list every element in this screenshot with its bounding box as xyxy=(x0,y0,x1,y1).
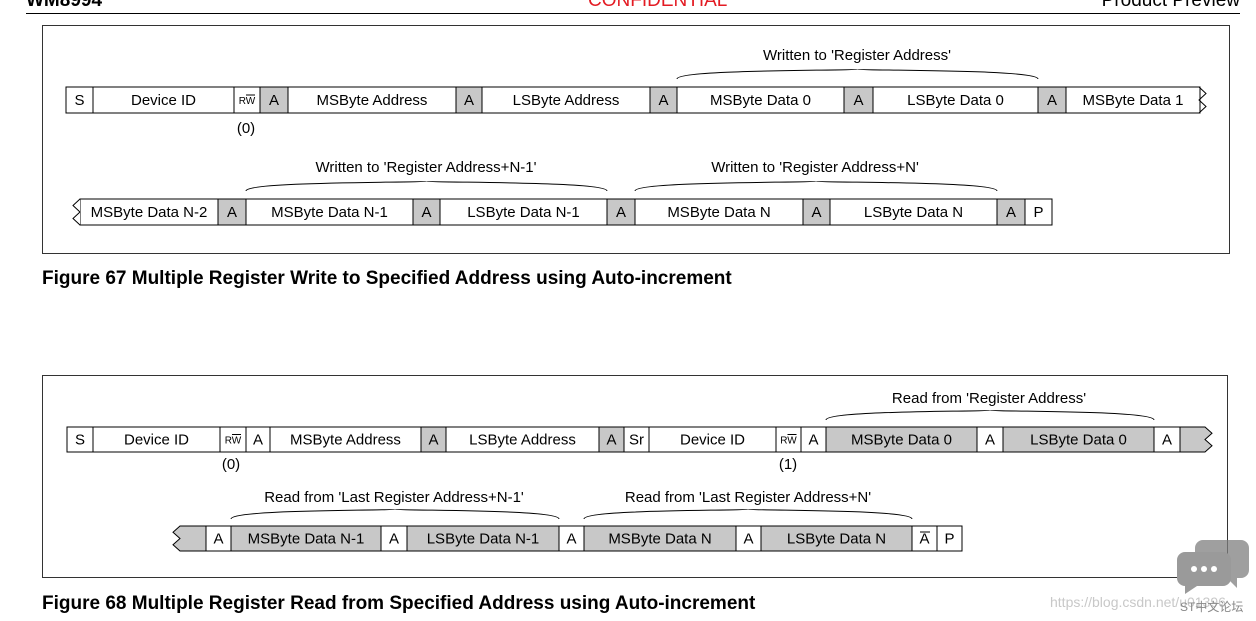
fig67-row1-cell-3-label: A xyxy=(269,92,279,109)
fig68-row2-cell-6-label: A xyxy=(743,531,753,548)
fig67-row2-brace-2 xyxy=(634,180,998,192)
fig68-row1-cell-1-label: Device ID xyxy=(124,432,189,449)
fig68-row2-cell-8-label: A xyxy=(919,531,929,548)
fig68-row1-cell-9-label: Device ID xyxy=(680,432,745,449)
fig68-row2-brace-1 xyxy=(230,508,560,520)
fig67-row1-cell-11-label: A xyxy=(1047,92,1057,109)
fig67-row1-cell-8-label: MSByte Data 0 xyxy=(710,92,811,109)
fig68-row1-cell-11-label: A xyxy=(808,432,818,449)
fig67-row2-cell-6-label: MSByte Data N xyxy=(667,204,770,221)
fig68-row2-continue-mark xyxy=(172,525,207,552)
fig67-row2-cell-7-label: A xyxy=(811,204,821,221)
fig67-row1-cell-2-label: RW xyxy=(239,96,256,107)
fig67-row2-note-2: Written to 'Register Address+N' xyxy=(711,159,919,176)
fig67-row2-cell-5-label: A xyxy=(616,204,626,221)
fig68-row1-cell-7-label: A xyxy=(606,432,616,449)
fig68-row1-cell-5-label: A xyxy=(428,432,438,449)
fig68-row1-brace xyxy=(825,409,1155,421)
fig67-row1-cell-7-label: A xyxy=(658,92,668,109)
fig67-row2-cell-9-label: A xyxy=(1006,204,1016,221)
fig68-row1-continue-mark xyxy=(1179,426,1213,453)
fig67-row2-cell-2-label: MSByte Data N-1 xyxy=(271,204,388,221)
fig68-row2-cell-7-label: LSByte Data N xyxy=(787,531,886,548)
fig68-row2-cell-4-label: A xyxy=(566,531,576,548)
fig67-row1-cell-4-label: MSByte Address xyxy=(317,92,428,109)
protocol-diagram: S Device ID RW A MSByte Address A LSByte Addre… xyxy=(65,47,1213,552)
fig68-row1-cell-15-label: A xyxy=(1162,432,1172,449)
fig68-row2-cell-1-label: MSByte Data N-1 xyxy=(248,531,365,548)
fig68-row1-cell-12-label: MSByte Data 0 xyxy=(851,432,952,449)
fig68-row1-cell-6-label: LSByte Address xyxy=(469,432,576,449)
fig67-row1-cell-5-label: A xyxy=(464,92,474,109)
watermark-site: ST中文论坛 xyxy=(1180,600,1244,614)
fig68-row1-cell-13-label: A xyxy=(985,432,995,449)
fig68-row2-cell-0-label: A xyxy=(213,531,223,548)
fig68-row1-cell-0-label: S xyxy=(75,432,85,449)
fig67-row2-cell-8-label: LSByte Data N xyxy=(864,204,963,221)
fig67-row1-brace xyxy=(676,68,1039,80)
fig67-row1-note: Written to 'Register Address' xyxy=(763,47,951,64)
fig68-row1-cell-4-label: MSByte Address xyxy=(290,432,401,449)
fig68-row1-cell-3-label: A xyxy=(253,432,263,449)
fig68-rw-bit-1: (0) xyxy=(222,456,240,473)
fig67-row2-continue-mark xyxy=(72,198,81,226)
fig67-row1-cell-0-label: S xyxy=(74,92,84,109)
fig68-rw-bit-2: (1) xyxy=(779,456,797,473)
fig67-row2-cell-0-label: MSByte Data N-2 xyxy=(91,204,208,221)
fig68-row1-note: Read from 'Register Address' xyxy=(892,390,1086,407)
fig67-row2-cell-1-label: A xyxy=(227,204,237,221)
fig67-row1-cell-10-label: LSByte Data 0 xyxy=(907,92,1004,109)
fig67-rw-bit: (0) xyxy=(237,120,255,137)
fig67-row1-cell-12-label: MSByte Data 1 xyxy=(1083,92,1184,109)
fig67-row2-cell-3-label: A xyxy=(421,204,431,221)
fig68-row2-cell-2-label: A xyxy=(389,531,399,548)
chat-bubble-icon xyxy=(1177,540,1249,594)
fig67-row1-cell-6-label: LSByte Address xyxy=(513,92,620,109)
fig67-row2-brace-1 xyxy=(245,180,608,192)
fig68-row1-cell-8-label: Sr xyxy=(629,432,644,449)
fig67-row1-cell-1-label: Device ID xyxy=(131,92,196,109)
fig68-row2-brace-2 xyxy=(583,508,913,520)
fig68-row1-cell-14-label: LSByte Data 0 xyxy=(1030,432,1127,449)
fig67-row2-cell-4-label: LSByte Data N-1 xyxy=(467,204,580,221)
fig68-row2-note-1: Read from 'Last Register Address+N-1' xyxy=(264,489,524,506)
fig68-row2-cell-5-label: MSByte Data N xyxy=(608,531,711,548)
fig68-row1-cell-10-label: RW xyxy=(780,436,797,447)
fig68-row2-cell-3-label: LSByte Data N-1 xyxy=(427,531,540,548)
fig68-row1-cell-2-label: RW xyxy=(225,436,242,447)
fig68-row2-cell-9-label: P xyxy=(944,531,954,548)
fig67-row2-note-1: Written to 'Register Address+N-1' xyxy=(316,159,537,176)
fig67-row1-cell-9-label: A xyxy=(853,92,863,109)
fig68-row2-note-2: Read from 'Last Register Address+N' xyxy=(625,489,871,506)
fig67-row2-cell-10-label: P xyxy=(1033,204,1043,221)
